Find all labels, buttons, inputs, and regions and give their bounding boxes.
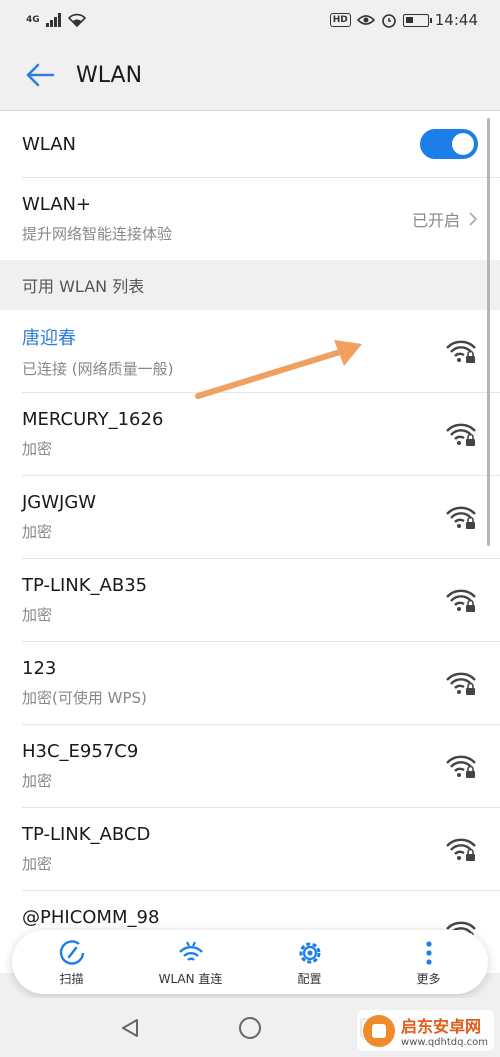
wlan-plus-title: WLAN+ xyxy=(22,194,92,215)
network-text: H3C_E957C9 加密 xyxy=(22,741,138,791)
network-name: 唐迎春 xyxy=(22,327,76,349)
scan-button[interactable]: 扫描 xyxy=(17,938,127,987)
clock: 14:44 xyxy=(434,11,478,29)
network-name: 123 xyxy=(22,658,57,679)
available-networks-header: 可用 WLAN 列表 xyxy=(0,260,500,310)
alarm-icon xyxy=(381,14,396,28)
status-bar: 4G HD 14:44 xyxy=(0,0,500,40)
network-name: H3C_E957C9 xyxy=(22,741,139,762)
wlan-direct-label: WLAN 直连 xyxy=(158,971,223,986)
eye-icon xyxy=(356,15,375,25)
back-arrow-icon[interactable] xyxy=(22,57,58,93)
page-title: WLAN xyxy=(76,62,143,88)
network-list: 唐迎春 已连接 (网络质量一般) MERCURY_1626 加密 JGWJGW 加密 TP-… xyxy=(0,310,500,973)
scrollbar[interactable] xyxy=(487,118,490,546)
wlan-plus-text: WLAN+ 提升网络智能连接体验 xyxy=(22,194,172,244)
wifi-lock-icon xyxy=(446,423,476,446)
network-text: JGWJGW 加密 xyxy=(22,492,96,542)
hd-badge: HD xyxy=(329,13,351,27)
wlan-direct-button[interactable]: WLAN 直连 xyxy=(136,938,246,987)
network-name: TP-LINK_AB35 xyxy=(22,575,148,596)
config-label: 配置 xyxy=(297,971,322,986)
network-text: 123 加密(可使用 WPS) xyxy=(22,658,147,708)
config-button[interactable]: 配置 xyxy=(255,938,365,987)
watermark: 启东安卓网 www.qdhtdq.com xyxy=(357,1010,494,1051)
network-row[interactable]: TP-LINK_ABCD 加密 xyxy=(0,808,500,890)
wlan-settings-card: WLAN WLAN+ 提升网络智能连接体验 已开启 xyxy=(0,110,500,260)
network-status: 加密 xyxy=(22,772,53,790)
network-status: 已连接 (网络质量一般) xyxy=(22,359,174,378)
chevron-right-icon xyxy=(469,212,478,226)
network-row[interactable]: 唐迎春已连接 (网络质量一般) xyxy=(0,310,500,392)
wlan-toggle-switch[interactable] xyxy=(420,129,478,159)
signal-icon xyxy=(45,13,61,27)
wifi-direct-icon xyxy=(178,941,203,961)
wlan-plus-status-text: 已开启 xyxy=(411,211,460,230)
gear-icon xyxy=(299,942,320,963)
network-name: MERCURY_1626 xyxy=(22,409,164,430)
toggle-knob xyxy=(452,133,474,155)
wlan-toggle-row[interactable]: WLAN xyxy=(0,111,500,177)
network-row[interactable]: 123 加密(可使用 WPS) xyxy=(0,642,500,724)
network-status: 加密 xyxy=(22,523,53,541)
network-type: 4G xyxy=(26,15,40,25)
network-status: 加密(可使用 WPS) xyxy=(22,689,147,707)
nav-back-button[interactable] xyxy=(115,1013,145,1043)
network-row[interactable]: MERCURY_1626 加密 xyxy=(0,393,500,475)
refresh-icon xyxy=(59,939,84,965)
network-name: JGWJGW xyxy=(22,492,97,513)
more-label: 更多 xyxy=(416,971,441,986)
wlan-plus-status: 已开启 xyxy=(412,207,478,231)
watermark-url: www.qdhtdq.com xyxy=(401,1037,488,1048)
watermark-text: 启东安卓网 www.qdhtdq.com xyxy=(401,1013,488,1048)
triangle-back-icon xyxy=(122,1018,138,1037)
network-name: TP-LINK_ABCD xyxy=(22,824,151,845)
network-status: 加密 xyxy=(22,606,53,624)
wifi-lock-icon xyxy=(446,589,476,612)
wifi-lock-icon xyxy=(446,340,476,363)
bottom-toolbar: 扫描 WLAN 直连 配置 更多 xyxy=(12,930,488,994)
network-status: 加密 xyxy=(22,440,53,458)
status-left: 4G xyxy=(26,13,86,27)
nav-home-button[interactable] xyxy=(235,1013,265,1043)
wlan-toggle-label: WLAN xyxy=(22,133,77,155)
more-button[interactable]: 更多 xyxy=(374,938,484,987)
wifi-lock-icon xyxy=(446,506,476,529)
watermark-logo xyxy=(363,1014,396,1047)
network-row[interactable]: JGWJGW 加密 xyxy=(0,476,500,558)
wifi-status-icon xyxy=(67,13,86,27)
network-status: 加密 xyxy=(22,855,53,873)
more-vertical-icon xyxy=(425,940,432,965)
wlan-plus-subtitle: 提升网络智能连接体验 xyxy=(22,225,173,243)
network-text: TP-LINK_ABCD 加密 xyxy=(22,824,150,874)
app-bar: WLAN xyxy=(0,40,500,110)
wifi-lock-icon xyxy=(446,755,476,778)
network-name: @PHICOMM_98 xyxy=(22,907,160,928)
battery-icon xyxy=(402,13,432,27)
network-text: 唐迎春已连接 (网络质量一般) xyxy=(22,324,173,379)
wifi-lock-icon xyxy=(446,672,476,695)
watermark-title: 启东安卓网 xyxy=(401,1017,482,1036)
network-row[interactable]: H3C_E957C9 加密 xyxy=(0,725,500,807)
status-right: HD 14:44 xyxy=(329,11,478,29)
wlan-plus-row[interactable]: WLAN+ 提升网络智能连接体验 已开启 xyxy=(0,178,500,260)
network-text: TP-LINK_AB35 加密 xyxy=(22,575,147,625)
scan-label: 扫描 xyxy=(59,971,84,986)
network-text: MERCURY_1626 加密 xyxy=(22,409,163,459)
wifi-lock-icon xyxy=(446,838,476,861)
circle-home-icon xyxy=(239,1016,261,1039)
network-row[interactable]: TP-LINK_AB35 加密 xyxy=(0,559,500,641)
